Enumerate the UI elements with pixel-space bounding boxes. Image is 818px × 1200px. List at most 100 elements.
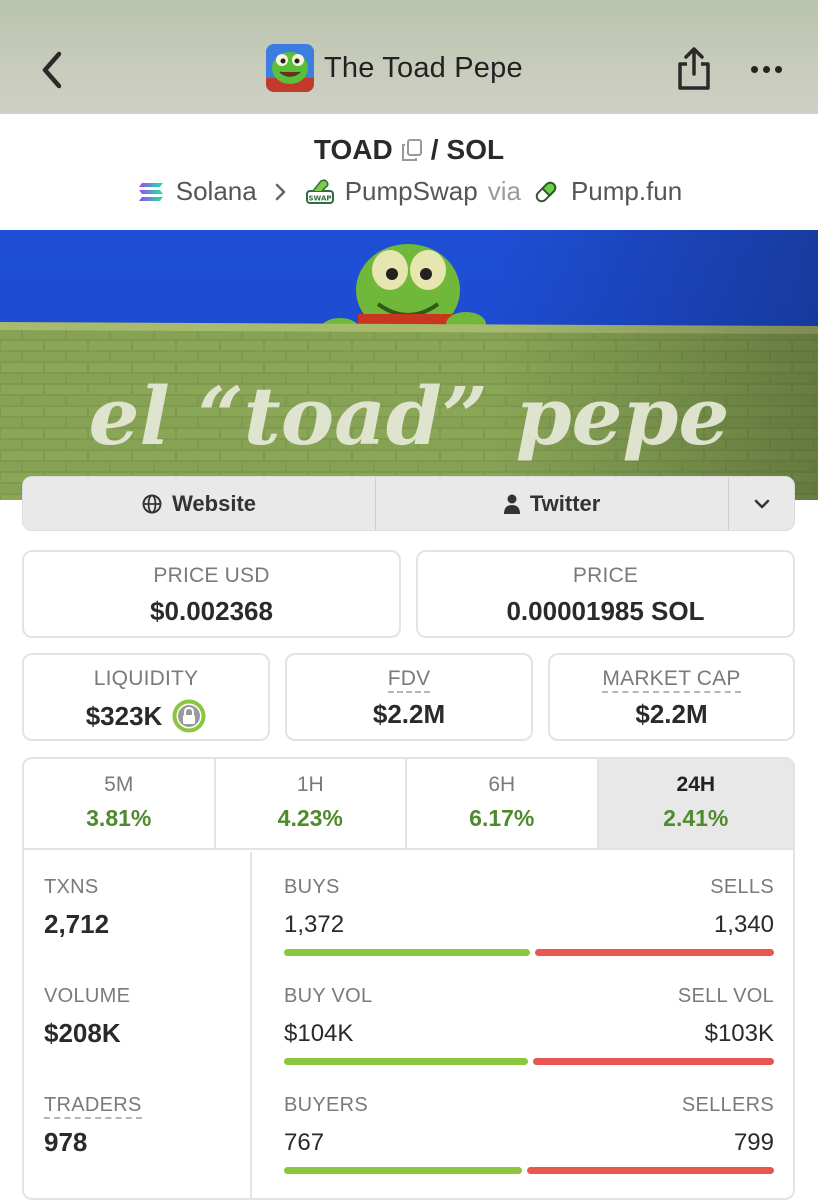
traders-label: TRADERS — [44, 1094, 142, 1119]
buy-sell-column: BUYS SELLS 1,372 1,340 BUY VOL SELL VOL … — [284, 852, 774, 1198]
liquidity-card: LIQUIDITY $323K — [22, 653, 270, 741]
links-bar: Website Twitter — [22, 476, 795, 531]
chevron-down-icon — [754, 499, 769, 508]
more-options-button[interactable] — [746, 56, 786, 82]
tab-5m[interactable]: 5M 3.81% — [24, 759, 216, 848]
sells-value: 1,340 — [713, 911, 774, 938]
tab-label: 5M — [104, 773, 134, 796]
market-cap-card[interactable]: MARKET CAP $2.2M — [548, 653, 795, 741]
page-title: The Toad Pepe — [324, 51, 523, 84]
volume-stat: VOLUME $208K — [44, 985, 130, 1049]
dot-icon — [774, 65, 782, 73]
totals-column: TXNS 2,712 VOLUME $208K TRADERS 978 — [24, 852, 252, 1198]
twitter-label: Twitter — [529, 490, 601, 516]
buy-vol-label: BUY VOL — [284, 985, 373, 1007]
svg-text:SWAP: SWAP — [308, 194, 331, 202]
buy-bar — [284, 1058, 528, 1065]
token-title: The Toad Pepe — [266, 44, 523, 92]
price-native-value: 0.00001985 SOL — [506, 596, 705, 626]
price-label: PRICE — [572, 564, 639, 587]
sell-bar — [526, 1167, 774, 1174]
tab-change: 6.17% — [469, 805, 535, 831]
copy-icon[interactable] — [401, 138, 423, 162]
website-button[interactable]: Website — [23, 477, 377, 530]
sellers-value: 799 — [733, 1129, 774, 1156]
pumpfun-icon — [535, 181, 557, 202]
pair-header: TOAD / SOL Solana SWAP PumpSwap via Pump… — [0, 114, 818, 230]
website-label: Website — [172, 490, 257, 516]
pumpswap-icon: SWAP — [305, 178, 334, 204]
market-cap-value: $2.2M — [635, 699, 708, 729]
buyers-label: BUYERS — [284, 1094, 369, 1116]
sells-label: SELLS — [710, 876, 774, 898]
txns-stat: TXNS 2,712 — [44, 876, 109, 940]
txns-label: TXNS — [44, 876, 99, 898]
buys-sells-row: BUYS SELLS 1,372 1,340 — [284, 876, 774, 956]
dot-icon — [762, 65, 770, 73]
traders-stat[interactable]: TRADERS 978 — [44, 1094, 142, 1158]
sell-bar — [532, 1058, 774, 1065]
solana-icon — [138, 182, 163, 201]
back-button[interactable] — [36, 48, 68, 92]
price-usd-label: PRICE USD — [153, 564, 270, 587]
buys-sells-bar — [284, 949, 774, 956]
fdv-value: $2.2M — [372, 699, 446, 729]
sell-bar — [534, 949, 774, 956]
price-usd-value: $0.002368 — [150, 596, 273, 626]
tab-change: 2.41% — [663, 805, 729, 831]
base-symbol: TOAD — [313, 134, 393, 165]
tab-label: 6H — [488, 773, 516, 796]
dex-name[interactable]: PumpSwap — [345, 176, 478, 207]
buy-vol-value: $104K — [284, 1020, 354, 1047]
sell-vol-value: $103K — [704, 1020, 774, 1047]
buyers-value: 767 — [284, 1129, 325, 1156]
more-links-button[interactable] — [729, 477, 794, 530]
launchpad-name[interactable]: Pump.fun — [571, 176, 682, 207]
share-button[interactable] — [674, 46, 714, 92]
traders-split-bar — [284, 1167, 774, 1174]
liquidity-value: $323K — [85, 700, 163, 731]
timeframe-panel: 5M 3.81% 1H 4.23% 6H 6.17% 24H 2.41% TXN… — [22, 757, 795, 1200]
traders-value: 978 — [44, 1127, 88, 1157]
price-native-card: PRICE 0.00001985 SOL — [416, 550, 795, 638]
chevron-right-icon — [275, 183, 285, 200]
buy-bar — [284, 1167, 522, 1174]
top-nav: The Toad Pepe — [0, 0, 818, 114]
traders-split-row: BUYERS SELLERS 767 799 — [284, 1094, 774, 1174]
dot-icon — [750, 65, 758, 73]
user-icon — [503, 494, 520, 514]
fdv-label: FDV — [387, 667, 431, 693]
pair-name: TOAD / SOL — [0, 134, 818, 166]
market-cap-label: MARKET CAP — [602, 667, 741, 693]
chevron-left-icon — [42, 51, 62, 89]
quote-symbol: SOL — [446, 134, 505, 165]
volume-value: $208K — [44, 1018, 121, 1048]
share-icon — [678, 47, 710, 90]
via-label: via — [487, 176, 521, 206]
token-banner: el “toad” pepe — [0, 230, 818, 500]
liquidity-label: LIQUIDITY — [93, 667, 199, 690]
volume-split-bar — [284, 1058, 774, 1065]
buys-label: BUYS — [284, 876, 340, 898]
token-logo — [266, 44, 314, 92]
tab-label: 1H — [296, 773, 324, 796]
sell-vol-label: SELL VOL — [677, 985, 774, 1007]
timeframe-tabs: 5M 3.81% 1H 4.23% 6H 6.17% 24H 2.41% — [24, 759, 793, 850]
chain-name[interactable]: Solana — [176, 176, 257, 207]
fdv-card[interactable]: FDV $2.2M — [285, 653, 533, 741]
sellers-label: SELLERS — [681, 1094, 774, 1116]
pair-separator: / — [430, 134, 439, 165]
lock-icon[interactable] — [172, 699, 206, 733]
buy-bar — [284, 949, 530, 956]
volume-split-row: BUY VOL SELL VOL $104K $103K — [284, 985, 774, 1065]
tab-24h[interactable]: 24H 2.41% — [598, 759, 793, 848]
tab-6h[interactable]: 6H 6.17% — [407, 759, 599, 848]
tab-label: 24H — [676, 773, 716, 796]
banner-text: el “toad” pepe — [89, 369, 730, 463]
twitter-button[interactable]: Twitter — [376, 477, 730, 530]
banner-image: el “toad” pepe — [0, 230, 818, 500]
tab-1h[interactable]: 1H 4.23% — [216, 759, 408, 848]
tab-change: 4.23% — [277, 805, 343, 831]
volume-label: VOLUME — [44, 985, 131, 1007]
price-usd-card: PRICE USD $0.002368 — [22, 550, 401, 638]
